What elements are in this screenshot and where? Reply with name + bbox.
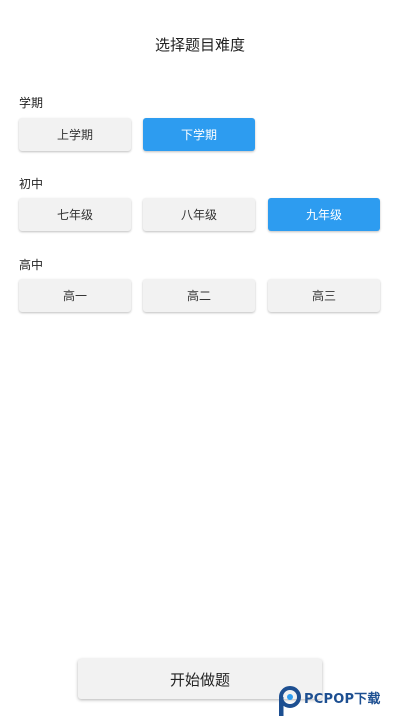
option-grade-9[interactable]: 九年级 [268,198,380,231]
page-title: 选择题目难度 [154,36,245,54]
option-senior-1[interactable]: 高一 [19,279,131,312]
watermark: PCPOP下载 [276,684,400,718]
option-grade-8[interactable]: 八年级 [143,198,255,231]
section-label-junior-high: 初中 [19,177,44,191]
option-semester-second[interactable]: 下学期 [143,118,255,151]
option-semester-first[interactable]: 上学期 [19,118,131,151]
option-grade-7[interactable]: 七年级 [19,198,131,231]
difficulty-select-page: 选择题目难度 学期 上学期 下学期 初中 七年级 八年级 九年级 高中 高一 高… [0,0,400,720]
pcpop-logo-icon [279,686,301,716]
option-senior-2[interactable]: 高二 [143,279,255,312]
option-senior-3[interactable]: 高三 [268,279,380,312]
watermark-brand: PCPOP下载 [304,692,381,707]
section-label-senior-high: 高中 [19,258,44,272]
section-label-semester: 学期 [19,96,44,110]
